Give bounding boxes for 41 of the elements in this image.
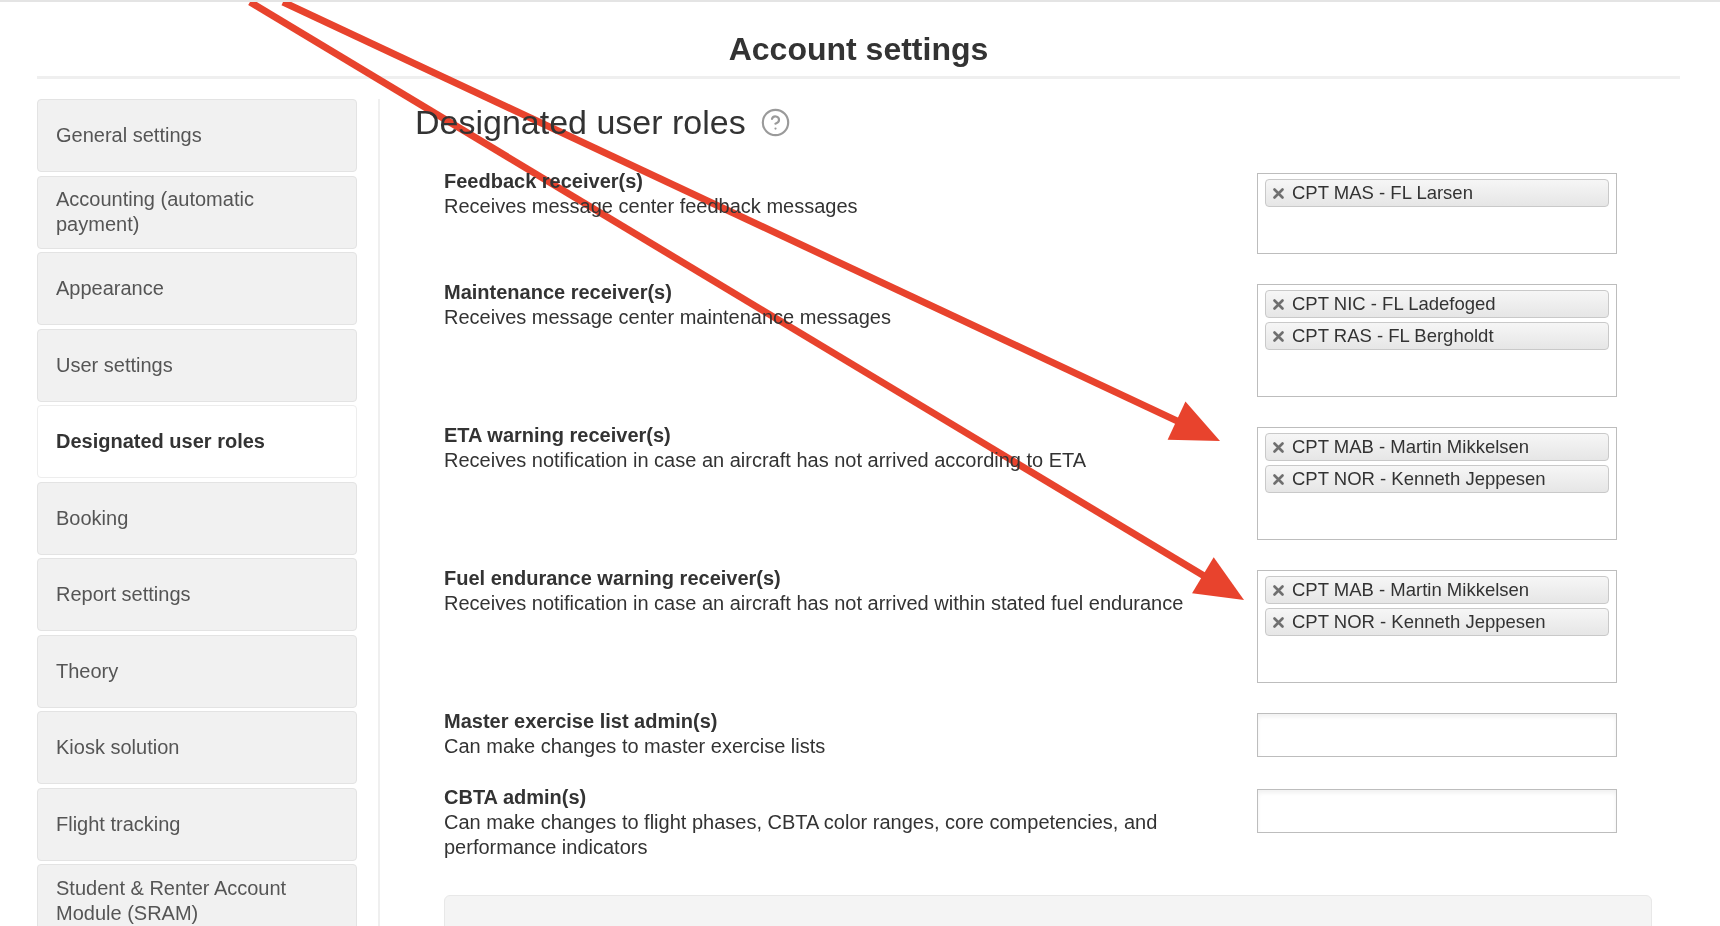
close-icon[interactable] (1273, 584, 1284, 596)
page-title: Account settings (728, 30, 989, 68)
user-tag[interactable]: CPT MAB - Martin Mikkelsen (1265, 433, 1609, 461)
sidebar-item[interactable]: Appearance (37, 252, 357, 325)
role-description: Can make changes to flight phases, CBTA color ranges, core competencies, and performance indicators (444, 810, 1159, 860)
role-label: Maintenance receiver(s) (444, 280, 672, 305)
user-tag[interactable]: CPT NIC - FL Ladefoged (1265, 290, 1609, 318)
multi-select-field[interactable]: CPT NIC - FL Ladefoged CPT RAS - FL Bergholdt (1257, 284, 1617, 397)
sidebar-item[interactable]: User settings (37, 328, 357, 402)
close-icon[interactable] (1273, 616, 1284, 628)
role-label: ETA warning receiver(s) (444, 423, 671, 448)
sidebar-item[interactable]: Booking (37, 481, 357, 555)
help-icon[interactable] (760, 107, 790, 137)
close-icon[interactable] (1273, 330, 1284, 342)
sidebar-item[interactable]: Student & Renter Account Module (SRAM) (37, 864, 357, 926)
user-tag[interactable]: CPT MAB - Martin Mikkelsen (1265, 576, 1609, 604)
user-tag[interactable]: CPT RAS - FL Bergholdt (1265, 322, 1609, 350)
multi-select-field[interactable] (1257, 789, 1617, 833)
multi-select-field[interactable]: CPT MAB - Martin Mikkelsen CPT NOR - Kenneth Jeppesen (1257, 570, 1617, 683)
role-label: CBTA admin(s) (444, 785, 587, 810)
close-icon[interactable] (1273, 473, 1284, 485)
user-tag[interactable]: CPT NOR - Kenneth Jeppesen (1265, 608, 1609, 636)
sidebar-item[interactable]: Designated user roles (37, 405, 357, 478)
multi-select-field[interactable]: CPT MAB - Martin Mikkelsen CPT NOR - Kenneth Jeppesen (1257, 427, 1617, 540)
multi-select-field[interactable]: CPT MAS - FL Larsen (1257, 173, 1617, 254)
sidebar-item[interactable]: Report settings (37, 558, 357, 631)
role-label: Master exercise list admin(s) (444, 709, 718, 734)
sidebar-item[interactable]: Accounting (automatic payment) (37, 175, 357, 249)
close-icon[interactable] (1273, 187, 1284, 199)
sidebar-item[interactable]: Kiosk solution (37, 711, 357, 784)
multi-select-field[interactable] (1257, 713, 1617, 757)
sidebar-item[interactable]: Theory (37, 634, 357, 708)
user-tag[interactable]: CPT MAS - FL Larsen (1265, 179, 1609, 207)
sidebar-item[interactable]: General settings (37, 99, 357, 172)
close-icon[interactable] (1273, 298, 1284, 310)
role-label: Fuel endurance warning receiver(s) (444, 566, 781, 591)
role-description: Receives notification in case an aircraft has not arrived within stated fuel endurance (444, 591, 1184, 616)
role-description: Can make changes to master exercise lists (444, 734, 826, 759)
user-tag[interactable]: CPT NOR - Kenneth Jeppesen (1265, 465, 1609, 493)
close-icon[interactable] (1273, 441, 1284, 453)
sidebar-item[interactable]: Flight tracking (37, 787, 357, 861)
